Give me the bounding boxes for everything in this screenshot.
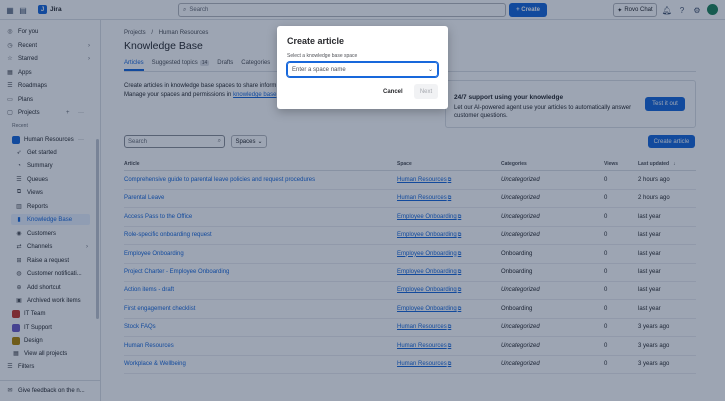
cancel-button[interactable]: Cancel <box>383 86 403 98</box>
dialog-title: Create article <box>287 36 345 46</box>
next-button[interactable]: Next <box>414 84 438 99</box>
space-select-placeholder: Enter a space name <box>292 66 346 73</box>
space-select-label: Select a knowledge base space <box>287 53 358 59</box>
space-select-input[interactable]: Enter a space name ⌄ <box>287 62 438 77</box>
chevron-down-icon: ⌄ <box>427 67 433 73</box>
create-article-dialog: Create article Select a knowledge base s… <box>277 26 448 109</box>
